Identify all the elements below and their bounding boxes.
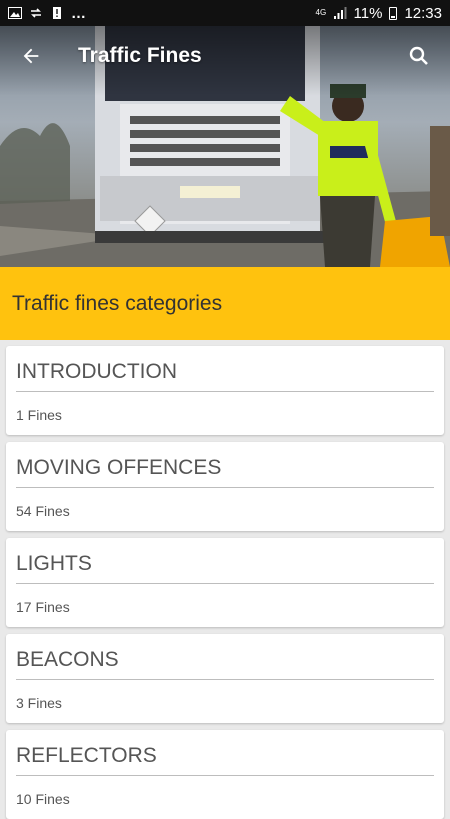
app-bar: Traffic Fines: [0, 26, 450, 86]
search-icon: [409, 46, 428, 65]
arrow-back-icon: [23, 48, 39, 64]
category-title: LIGHTS: [16, 538, 434, 584]
category-count: 17 Fines: [16, 599, 70, 615]
category-count: 1 Fines: [16, 407, 62, 423]
sync-notification-icon: [31, 8, 41, 18]
banner-label: Traffic fines categories: [12, 291, 223, 315]
network-type: 4G: [315, 8, 327, 17]
signal-icon: [333, 7, 347, 19]
category-card-reflectors[interactable]: REFLECTORS 10 Fines: [6, 730, 444, 819]
battery-percent: 11%: [353, 4, 383, 22]
search-button[interactable]: [388, 26, 450, 86]
back-button[interactable]: [0, 26, 62, 86]
status-right: 4G 11% 12:33: [316, 5, 442, 22]
category-count: 3 Fines: [16, 695, 62, 711]
category-card-moving-offences[interactable]: MOVING OFFENCES 54 Fines: [6, 442, 444, 531]
alert-notification-icon: [53, 7, 61, 19]
more-notifications-icon: …: [71, 4, 87, 22]
category-title: BEACONS: [16, 634, 434, 680]
status-bar: … 4G 11% 12:33: [0, 0, 450, 26]
category-title: REFLECTORS: [16, 730, 434, 776]
category-title: MOVING OFFENCES: [16, 442, 434, 488]
category-title: INTRODUCTION: [16, 346, 434, 392]
categories-banner: Traffic fines categories: [0, 267, 450, 340]
category-count: 54 Fines: [16, 503, 70, 519]
category-card-introduction[interactable]: INTRODUCTION 1 Fines: [6, 346, 444, 435]
clock: 12:33: [404, 4, 442, 22]
page-title: Traffic Fines: [78, 44, 202, 67]
category-card-beacons[interactable]: BEACONS 3 Fines: [6, 634, 444, 723]
battery-icon: [389, 6, 398, 20]
category-card-lights[interactable]: LIGHTS 17 Fines: [6, 538, 444, 627]
image-notification-icon: [8, 7, 22, 19]
status-left: …: [8, 5, 87, 22]
category-count: 10 Fines: [16, 791, 70, 807]
